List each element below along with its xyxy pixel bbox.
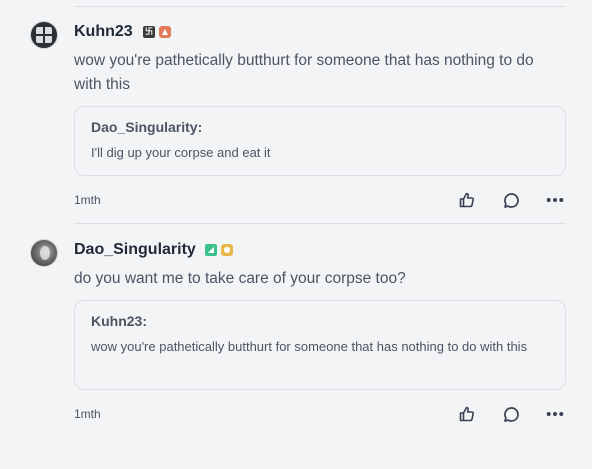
quote-text: I'll dig up your corpse and eat it bbox=[91, 145, 271, 160]
username[interactable]: Dao_Singularity bbox=[74, 241, 196, 259]
username[interactable]: Kuhn23 bbox=[74, 23, 133, 41]
green-badge-icon: ◢ bbox=[205, 244, 217, 256]
timestamp: 1mth bbox=[74, 407, 101, 421]
timestamp: 1mth bbox=[74, 193, 101, 207]
kh-badge-icon: 卐 bbox=[143, 26, 155, 38]
divider bbox=[74, 6, 566, 7]
comment-actions bbox=[458, 405, 564, 423]
comment-actions bbox=[458, 191, 564, 209]
gold-badge-icon: ● bbox=[221, 244, 233, 256]
thumbs-up-icon[interactable] bbox=[458, 191, 476, 209]
comment-text: wow you're pathetically butthurt for som… bbox=[74, 52, 534, 93]
user-badges: 卐 ▲ bbox=[143, 26, 171, 38]
quote-author: Kuhn23: bbox=[91, 313, 147, 329]
more-dots-icon[interactable] bbox=[546, 191, 564, 209]
comment-text: do you want me to take care of your corp… bbox=[74, 270, 406, 287]
thumbs-up-icon[interactable] bbox=[458, 405, 476, 423]
quote-author: Dao_Singularity: bbox=[91, 119, 203, 135]
quote-text: wow you're pathetically butthurt for som… bbox=[91, 339, 528, 354]
quoted-comment[interactable]: Dao_Singularity: I'll dig up your corpse… bbox=[74, 106, 566, 176]
flame-badge-icon: ▲ bbox=[159, 26, 171, 38]
more-dots-icon[interactable] bbox=[546, 405, 564, 423]
quoted-comment[interactable]: Kuhn23: wow you're pathetically butthurt… bbox=[74, 300, 566, 390]
divider bbox=[74, 223, 566, 224]
comment-bubble-icon[interactable] bbox=[502, 191, 520, 209]
user-badges: ◢ ● bbox=[205, 244, 233, 256]
comment-bubble-icon[interactable] bbox=[502, 405, 520, 423]
avatar[interactable] bbox=[30, 21, 58, 49]
comment-thread: Kuhn23 卐 ▲ wow you're pathetically butth… bbox=[0, 0, 592, 469]
avatar[interactable] bbox=[30, 239, 58, 267]
